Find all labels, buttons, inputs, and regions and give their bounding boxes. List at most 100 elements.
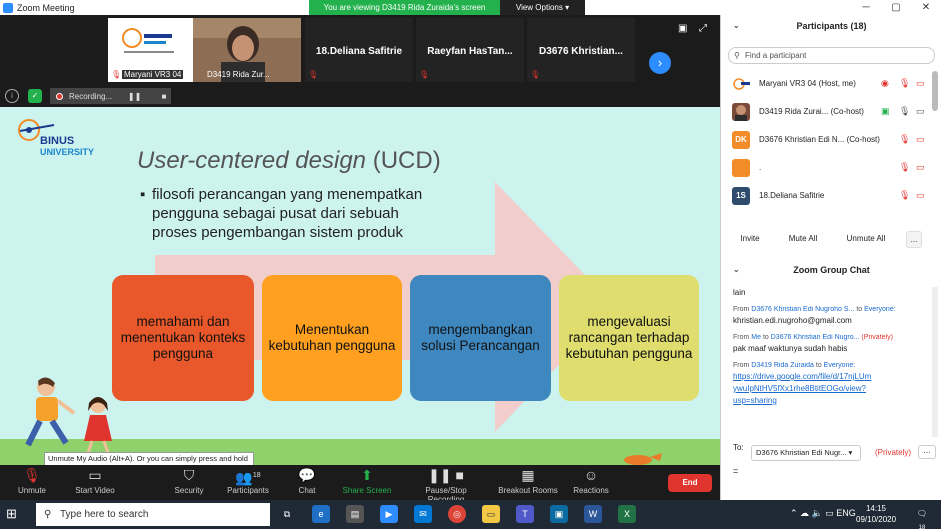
grid-icon: ▦ [521,467,535,483]
participant-row[interactable]: D3419 Rida Zurai... (Co-host) ▣ 🎙 ▭ [721,99,941,126]
notification-icon[interactable]: 🗨18 [914,507,930,529]
screen-share-icon: ▣ [881,106,890,116]
excel-icon[interactable]: X [618,505,636,523]
breakout-rooms-button[interactable]: ▦ Breakout Rooms [498,467,558,495]
private-label: (Privately) [875,448,912,457]
taskbar-search-input[interactable]: ⚲ Type here to search [36,503,270,526]
word-icon[interactable]: W [584,505,602,523]
collapse-chevron-icon[interactable]: ⌄ [733,15,740,37]
video-off-icon: ▭ [916,190,925,200]
chat-messages: lain From D3676 Khristian Edi Nugroho S.… [733,287,933,437]
viewing-banner: You are viewing D3419 Rida Zuraida's scr… [309,0,585,15]
chat-meta: From D3676 Khristian Edi Nugroho S... to… [733,306,896,313]
thumbnail-khristian[interactable]: D3676 Khristian... 🎙 [527,18,635,82]
chrome-icon[interactable]: ◎ [448,505,466,523]
teams-icon[interactable]: T [516,505,534,523]
invite-button[interactable]: Invite [735,231,765,248]
next-page-button[interactable]: › [649,52,671,74]
photos-icon[interactable]: ▣ [550,505,568,523]
recording-dot-icon [56,92,63,100]
mic-muted-icon: 🎙 [899,162,911,172]
encryption-shield-icon[interactable]: ✓ [28,89,42,103]
mic-muted-icon: 🎙 [899,134,911,144]
fullscreen-icon[interactable]: ⤢ [699,23,707,34]
maximize-button[interactable]: ▢ [881,0,911,15]
fox-figure [624,453,662,465]
logo-name: BINUS [40,135,75,147]
mail-icon[interactable]: ✉ [414,505,432,523]
end-meeting-button[interactable]: End [668,474,712,492]
card-konteks: memahami dan menentukan konteks pengguna [112,275,254,401]
video-thumbnail-strip: 🎙 Maryani VR3 04 D3419 Rida Zur... 18.De… [0,15,720,85]
chat-meta: From Me to D3676 Khristian Edi Nugro... … [733,334,893,341]
edge-browser-icon[interactable]: e [312,505,330,523]
stop-recording-icon[interactable]: ■ [157,92,171,101]
running-boy-figure [25,377,76,447]
security-button[interactable]: ⛉ Security [170,467,208,495]
viewing-label: You are viewing D3419 Rida Zuraida's scr… [309,0,500,15]
mic-muted-icon: 🎙 [899,78,911,88]
thumbnail-rida[interactable]: D3419 Rida Zur... [193,18,301,82]
recipient-select[interactable]: D3676 Khristian Edi Nugr... ▾ [751,445,861,461]
chat-input[interactable]: = [733,466,738,476]
chat-more-button[interactable]: … [918,445,936,459]
thumbnail-deliana[interactable]: 18.Deliana Safitrie 🎙 [305,18,413,82]
taskbar-clock[interactable]: 14:15 09/10/2020 [856,503,896,525]
participants-header: ⌄ Participants (18) [721,15,941,37]
unmute-all-button[interactable]: Unmute All [841,231,891,248]
unmute-button[interactable]: 🎙 Unmute [14,467,50,495]
meeting-info-icon[interactable]: i [5,89,19,103]
chat-recipient-row: To: D3676 Khristian Edi Nugr... ▾ (Priva… [733,443,938,463]
zoom-app-icon [3,2,13,13]
file-explorer-icon[interactable]: ▭ [482,505,500,523]
running-girl-figure [84,397,112,454]
collapse-chevron-icon[interactable]: ⌄ [733,265,740,274]
window-title: Zoom Meeting [17,2,75,13]
chat-link[interactable]: https://drive.google.com/file/d/17njLUm … [733,371,933,407]
close-button[interactable]: ✕ [911,0,941,15]
participant-row[interactable]: 1S 18.Deliana Safitrie 🎙 ▭ [721,183,941,210]
more-options-button[interactable]: ... [906,231,922,248]
mic-muted-icon: 🎙 [530,70,541,79]
thumbnail-name: Raeyfan HasTan... [427,46,513,57]
emoji-icon: ☺ [583,467,599,483]
reactions-button[interactable]: ☺ Reactions [572,467,610,495]
recording-status-bar: i ✓ Recording... ❚❚ ■ [0,85,720,107]
avatar: DK [732,131,750,149]
find-participant-input[interactable]: ⚲ Find a participant [728,47,935,64]
slide-bullet: ▪ filosofi perancangan yang menempatkan … [140,186,423,241]
video-icon: ▭ [916,106,925,116]
zoom-meeting-screen: Zoom Meeting You are viewing D3419 Rida … [0,0,941,529]
task-view-icon[interactable]: ⧉ [278,505,296,523]
zoom-taskbar-icon[interactable]: ▶ [380,505,398,523]
thumbnail-raeyfan[interactable]: Raeyfan HasTan... 🎙 [416,18,524,82]
share-screen-button[interactable]: ⬆ Share Screen [340,467,394,495]
participant-row[interactable]: DK D3676 Khristian Edi N... (Co-host) 🎙 … [721,127,941,154]
hide-thumbnails-icon[interactable]: ▣ [678,23,687,34]
participant-row[interactable]: . 🎙 ▭ [721,155,941,182]
windows-start-icon[interactable]: ⊞ [6,507,20,521]
video-off-icon: ▭ [916,162,925,172]
binus-avatar-icon [733,78,750,90]
participants-button[interactable]: 👥18 Participants [224,467,272,495]
start-video-button[interactable]: ▭ Start Video [70,467,120,495]
view-options-button[interactable]: View Options ▾ [500,0,585,15]
minimize-button[interactable]: ─ [851,0,881,15]
participant-list: Maryani VR3 04 (Host, me) ◉ 🎙 ▭ D3419 Ri… [721,71,941,216]
participant-row[interactable]: Maryani VR3 04 (Host, me) ◉ 🎙 ▭ [721,71,941,98]
mic-icon: 🎙 [899,106,911,116]
windows-taskbar: ⊞ ⚲ Type here to search ⧉ e ▤ ▶ ✉ ◎ ▭ T … [0,500,941,529]
unmute-label: Unmute [17,486,46,495]
chat-button[interactable]: 💬 Chat [292,467,322,495]
avatar [732,159,750,177]
card-evaluasi: mengevaluasi rancangan terhadap kebutuha… [559,275,699,401]
pause-recording-icon[interactable]: ❚❚ [128,92,142,101]
video-off-icon: ▭ [916,134,925,144]
pause-recording-button[interactable]: ❚❚ ■ Pause/Stop Recording [406,467,486,504]
mute-all-button[interactable]: Mute All [783,231,823,248]
binus-logo-icon [122,28,174,53]
system-tray-icons[interactable]: ⌃ ☁ 🔈 ▭ ENG [790,508,856,519]
chat-scrollbar[interactable] [932,287,938,437]
participant-scrollbar[interactable] [932,71,938,111]
store-icon[interactable]: ▤ [346,505,364,523]
